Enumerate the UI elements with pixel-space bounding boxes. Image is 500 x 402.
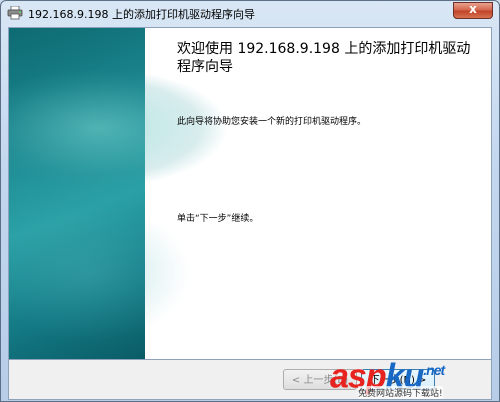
- printer-icon: [7, 6, 23, 20]
- wizard-description: 此向导将协助您安装一个新的打印机驱动程序。: [177, 117, 367, 127]
- wizard-window: 192.168.9.198 上的添加打印机驱动程序向导 x 欢迎使用 192.1…: [0, 0, 500, 402]
- wizard-content: 欢迎使用 192.168.9.198 上的添加打印机驱动程序向导 此向导将协助您…: [145, 28, 491, 359]
- wizard-body: 欢迎使用 192.168.9.198 上的添加打印机驱动程序向导 此向导将协助您…: [8, 27, 492, 360]
- close-button[interactable]: x: [453, 2, 493, 19]
- wizard-instruction: 单击“下一步”继续。: [177, 214, 259, 224]
- watermark-subtitle: 免费网站源码下载站!: [358, 386, 443, 399]
- site-watermark: aspku.net 免费网站源码下载站!: [330, 352, 498, 400]
- window-title: 192.168.9.198 上的添加打印机驱动程序向导: [28, 8, 255, 21]
- welcome-heading: 欢迎使用 192.168.9.198 上的添加打印机驱动程序向导: [177, 41, 471, 75]
- wizard-side-banner: [9, 28, 229, 359]
- watermark-logo-net: .net: [423, 362, 445, 378]
- title-bar[interactable]: 192.168.9.198 上的添加打印机驱动程序向导 x: [1, 1, 499, 27]
- close-icon: x: [469, 2, 477, 16]
